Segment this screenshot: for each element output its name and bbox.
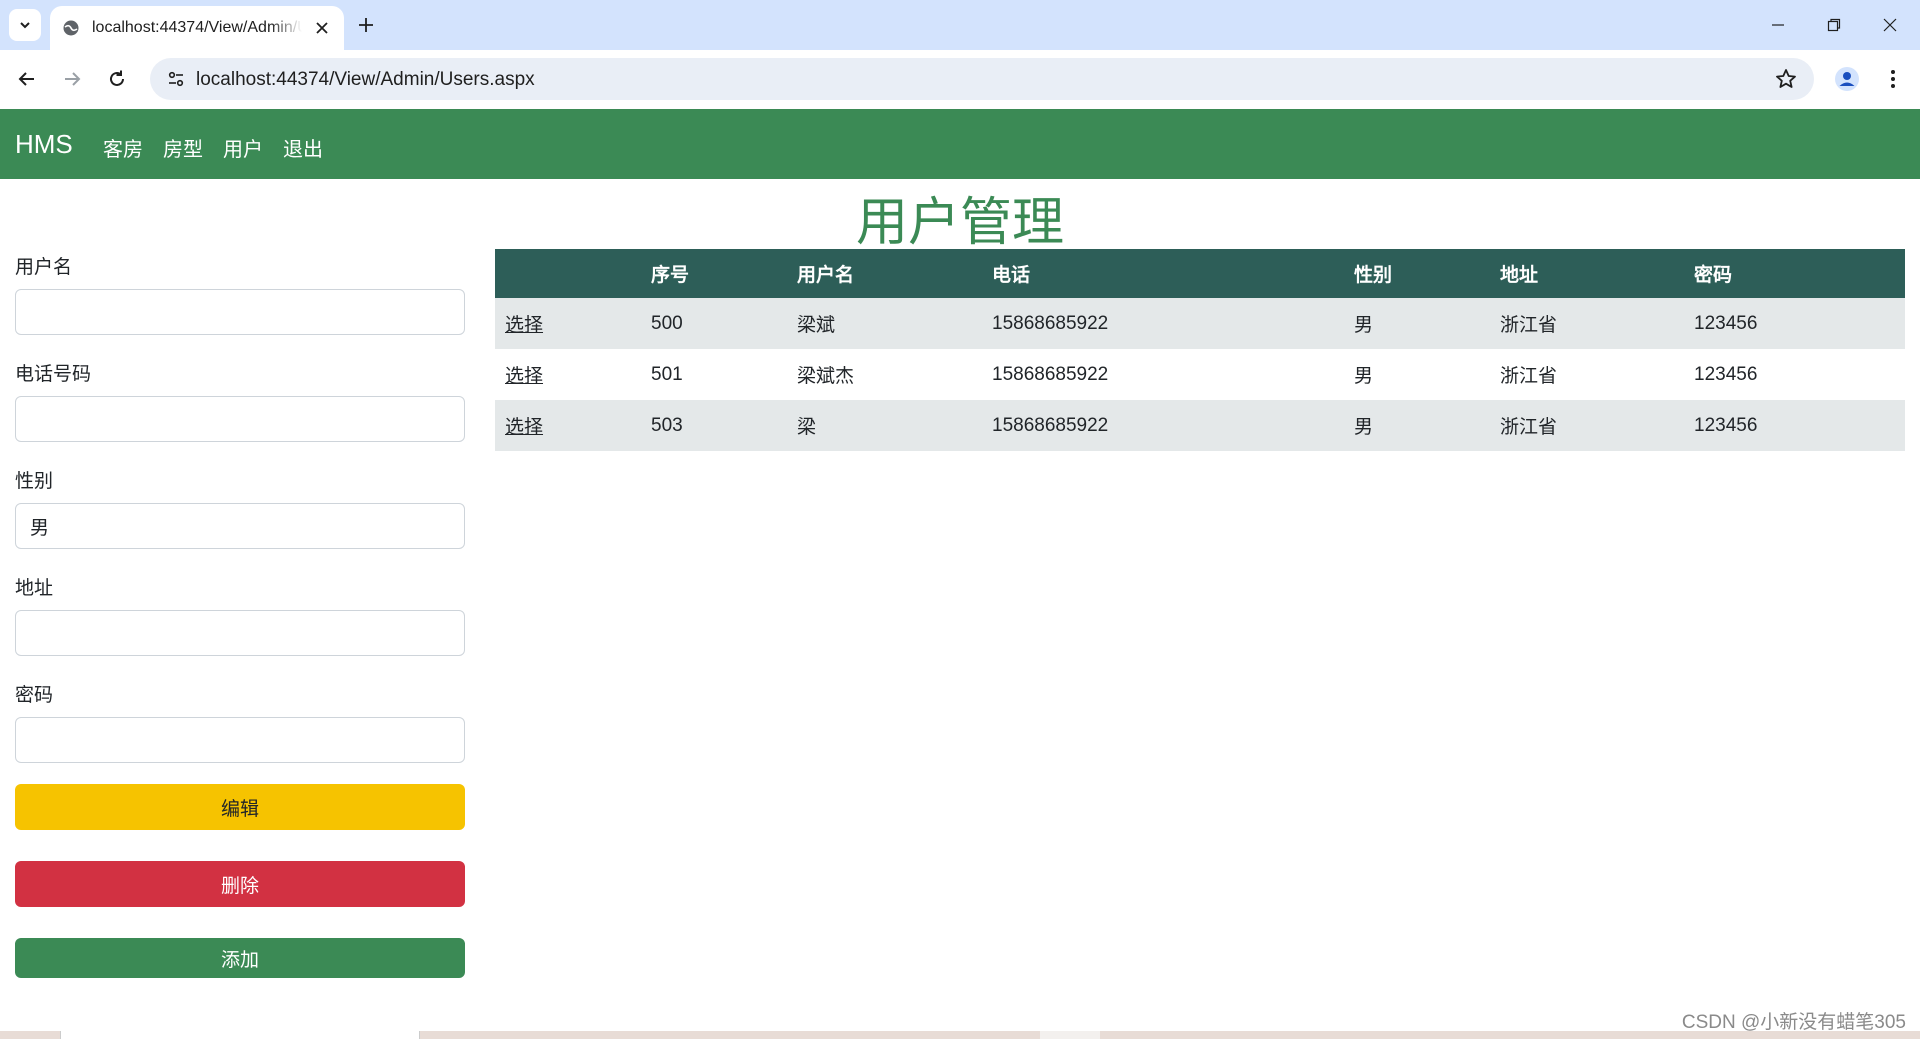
table-row: 选择 500 梁斌 15868685922 男 浙江省 123456 <box>495 298 1905 349</box>
profile-button[interactable] <box>1830 62 1864 96</box>
close-icon <box>1883 18 1897 32</box>
address-bar[interactable]: localhost:44374/View/Admin/Users.aspx <box>150 58 1814 100</box>
close-window-button[interactable] <box>1862 0 1918 50</box>
username-label: 用户名 <box>15 257 73 278</box>
taskbar-window-peek <box>1040 1031 1100 1039</box>
password-cell: 123456 <box>1684 349 1905 400</box>
address-cell: 浙江省 <box>1490 400 1684 451</box>
header-password: 密码 <box>1684 249 1905 298</box>
gender-input[interactable] <box>15 503 465 549</box>
avatar-icon <box>1835 67 1859 91</box>
header-gender: 性别 <box>1344 249 1490 298</box>
header-phone: 电话 <box>982 249 1344 298</box>
globe-icon <box>63 20 79 36</box>
nav-link-users[interactable]: 用户 <box>223 133 263 162</box>
delete-button[interactable]: 删除 <box>15 861 465 907</box>
forward-button[interactable] <box>55 62 89 96</box>
url-text[interactable]: localhost:44374/View/Admin/Users.aspx <box>196 69 535 91</box>
forward-arrow-icon <box>65 72 81 86</box>
password-input[interactable] <box>15 717 465 763</box>
phone-label: 电话号码 <box>15 364 92 385</box>
brand-logo[interactable]: HMS <box>15 129 73 160</box>
select-link[interactable]: 选择 <box>505 315 543 336</box>
bookmark-star-icon[interactable] <box>1774 67 1798 91</box>
minimize-button[interactable] <box>1750 0 1806 50</box>
phone-cell: 15868685922 <box>982 400 1344 451</box>
select-link[interactable]: 选择 <box>505 366 543 387</box>
gender-label: 性别 <box>15 471 54 492</box>
nav-link-logout[interactable]: 退出 <box>283 133 323 162</box>
username-cell: 梁斌 <box>787 298 982 349</box>
address-cell: 浙江省 <box>1490 349 1684 400</box>
gender-cell: 男 <box>1344 400 1490 451</box>
restore-button[interactable] <box>1806 0 1862 50</box>
select-cell: 选择 <box>495 298 641 349</box>
select-cell: 选择 <box>495 400 641 451</box>
edit-button[interactable]: 编辑 <box>15 784 465 830</box>
reload-icon <box>110 70 124 86</box>
table-header-row: 序号 用户名 电话 性别 地址 密码 <box>495 249 1905 298</box>
back-button[interactable] <box>10 62 44 96</box>
table-row: 选择 503 梁 15868685922 男 浙江省 123456 <box>495 400 1905 451</box>
reload-button[interactable] <box>100 62 134 96</box>
id-cell: 500 <box>641 298 787 349</box>
address-label: 地址 <box>15 578 54 599</box>
restore-icon <box>1827 18 1841 32</box>
browser-tab[interactable]: localhost:44374/View/Admin/Users.aspx <box>50 6 344 50</box>
table-row: 选择 501 梁斌杰 15868685922 男 浙江省 123456 <box>495 349 1905 400</box>
password-cell: 123456 <box>1684 400 1905 451</box>
taskbar-window-peek <box>60 1031 420 1039</box>
more-vert-icon <box>1891 70 1895 88</box>
username-cell: 梁 <box>787 400 982 451</box>
phone-cell: 15868685922 <box>982 298 1344 349</box>
id-cell: 501 <box>641 349 787 400</box>
gender-cell: 男 <box>1344 298 1490 349</box>
header-username: 用户名 <box>787 249 982 298</box>
back-arrow-icon <box>18 72 34 86</box>
phone-input[interactable] <box>15 396 465 442</box>
close-tab-icon[interactable] <box>312 18 332 38</box>
tab-title: localhost:44374/View/Admin/Users.aspx <box>92 19 302 36</box>
select-cell: 选择 <box>495 349 641 400</box>
id-cell: 503 <box>641 400 787 451</box>
browser-toolbar: localhost:44374/View/Admin/Users.aspx <box>0 50 1920 109</box>
header-address: 地址 <box>1490 249 1684 298</box>
phone-cell: 15868685922 <box>982 349 1344 400</box>
nav-link-rooms[interactable]: 客房 <box>103 133 143 162</box>
header-id: 序号 <box>641 249 787 298</box>
plus-icon <box>359 18 373 32</box>
address-input[interactable] <box>15 610 465 656</box>
app-navbar: HMS 客房 房型 用户 退出 <box>0 109 1920 179</box>
address-cell: 浙江省 <box>1490 298 1684 349</box>
new-tab-button[interactable] <box>352 11 380 39</box>
minimize-icon <box>1772 24 1784 26</box>
browser-tabstrip: localhost:44374/View/Admin/Users.aspx <box>0 0 1920 50</box>
nav-link-room-types[interactable]: 房型 <box>163 133 203 162</box>
select-link[interactable]: 选择 <box>505 417 543 438</box>
taskbar-edge <box>0 1031 1920 1039</box>
username-input[interactable] <box>15 289 465 335</box>
password-label: 密码 <box>15 685 54 706</box>
username-cell: 梁斌杰 <box>787 349 982 400</box>
add-button[interactable]: 添加 <box>15 938 465 978</box>
users-table: 序号 用户名 电话 性别 地址 密码 选择 500 梁斌 15868685922… <box>495 249 1905 451</box>
site-info-icon[interactable] <box>160 63 192 95</box>
chevron-down-icon <box>20 22 30 29</box>
password-cell: 123456 <box>1684 298 1905 349</box>
csdn-watermark: CSDN @小新没有蜡笔305 <box>1681 1012 1906 1033</box>
gender-cell: 男 <box>1344 349 1490 400</box>
header-select <box>495 249 641 298</box>
browser-menu-button[interactable] <box>1876 62 1910 96</box>
page-title: 用户管理 <box>855 194 1064 252</box>
tab-search-button[interactable] <box>9 9 41 41</box>
